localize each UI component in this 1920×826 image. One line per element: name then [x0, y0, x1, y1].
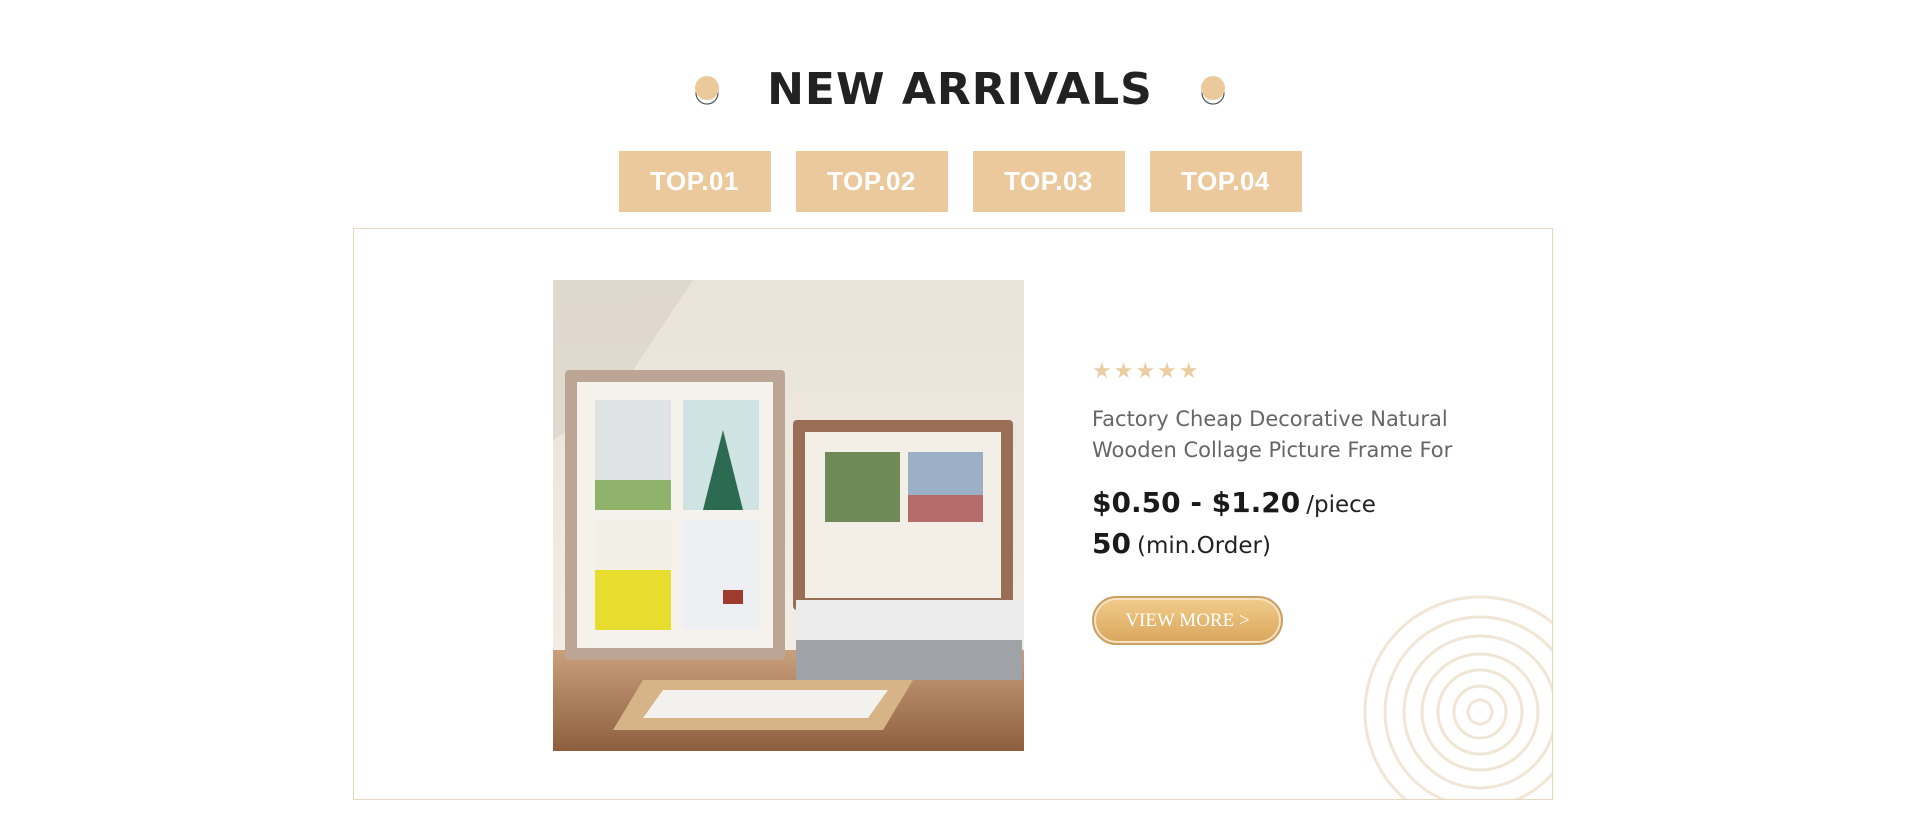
- price-row: $0.50 - $1.20 /piece: [1092, 486, 1492, 519]
- product-info: ★★★★★ Factory Cheap Decorative Natural W…: [1092, 359, 1492, 645]
- price-range: $0.50 - $1.20: [1092, 486, 1301, 519]
- rating-stars: ★★★★★: [1092, 359, 1201, 384]
- view-more-button[interactable]: VIEW MORE >: [1092, 596, 1283, 645]
- product-name[interactable]: Factory Cheap Decorative Natural Wooden …: [1092, 404, 1482, 466]
- tab-top-02[interactable]: TOP.02: [795, 151, 948, 212]
- section-header: NEW ARRIVALS: [0, 60, 1920, 120]
- product-panel: ★★★★★ Factory Cheap Decorative Natural W…: [353, 228, 1553, 800]
- min-order-label: (min.Order): [1136, 533, 1271, 559]
- tab-top-01[interactable]: TOP.01: [618, 151, 771, 212]
- product-name-line1: Factory Cheap Decorative Natural: [1092, 407, 1448, 431]
- tab-top-04[interactable]: TOP.04: [1149, 151, 1302, 212]
- product-name-line2: Wooden Collage Picture Frame For: [1092, 438, 1453, 462]
- price-unit: /piece: [1306, 492, 1376, 518]
- product-image[interactable]: [553, 280, 1024, 751]
- section-title: NEW ARRIVALS: [767, 64, 1153, 115]
- min-order-row: 50 (min.Order): [1092, 527, 1492, 560]
- top-tabs: TOP.01 TOP.02 TOP.03 TOP.04: [0, 151, 1920, 212]
- right-decor-circle-icon: [1200, 76, 1225, 105]
- tab-top-03[interactable]: TOP.03: [972, 151, 1125, 212]
- min-order-qty: 50: [1092, 527, 1131, 560]
- left-decor-circle-icon: [695, 76, 720, 105]
